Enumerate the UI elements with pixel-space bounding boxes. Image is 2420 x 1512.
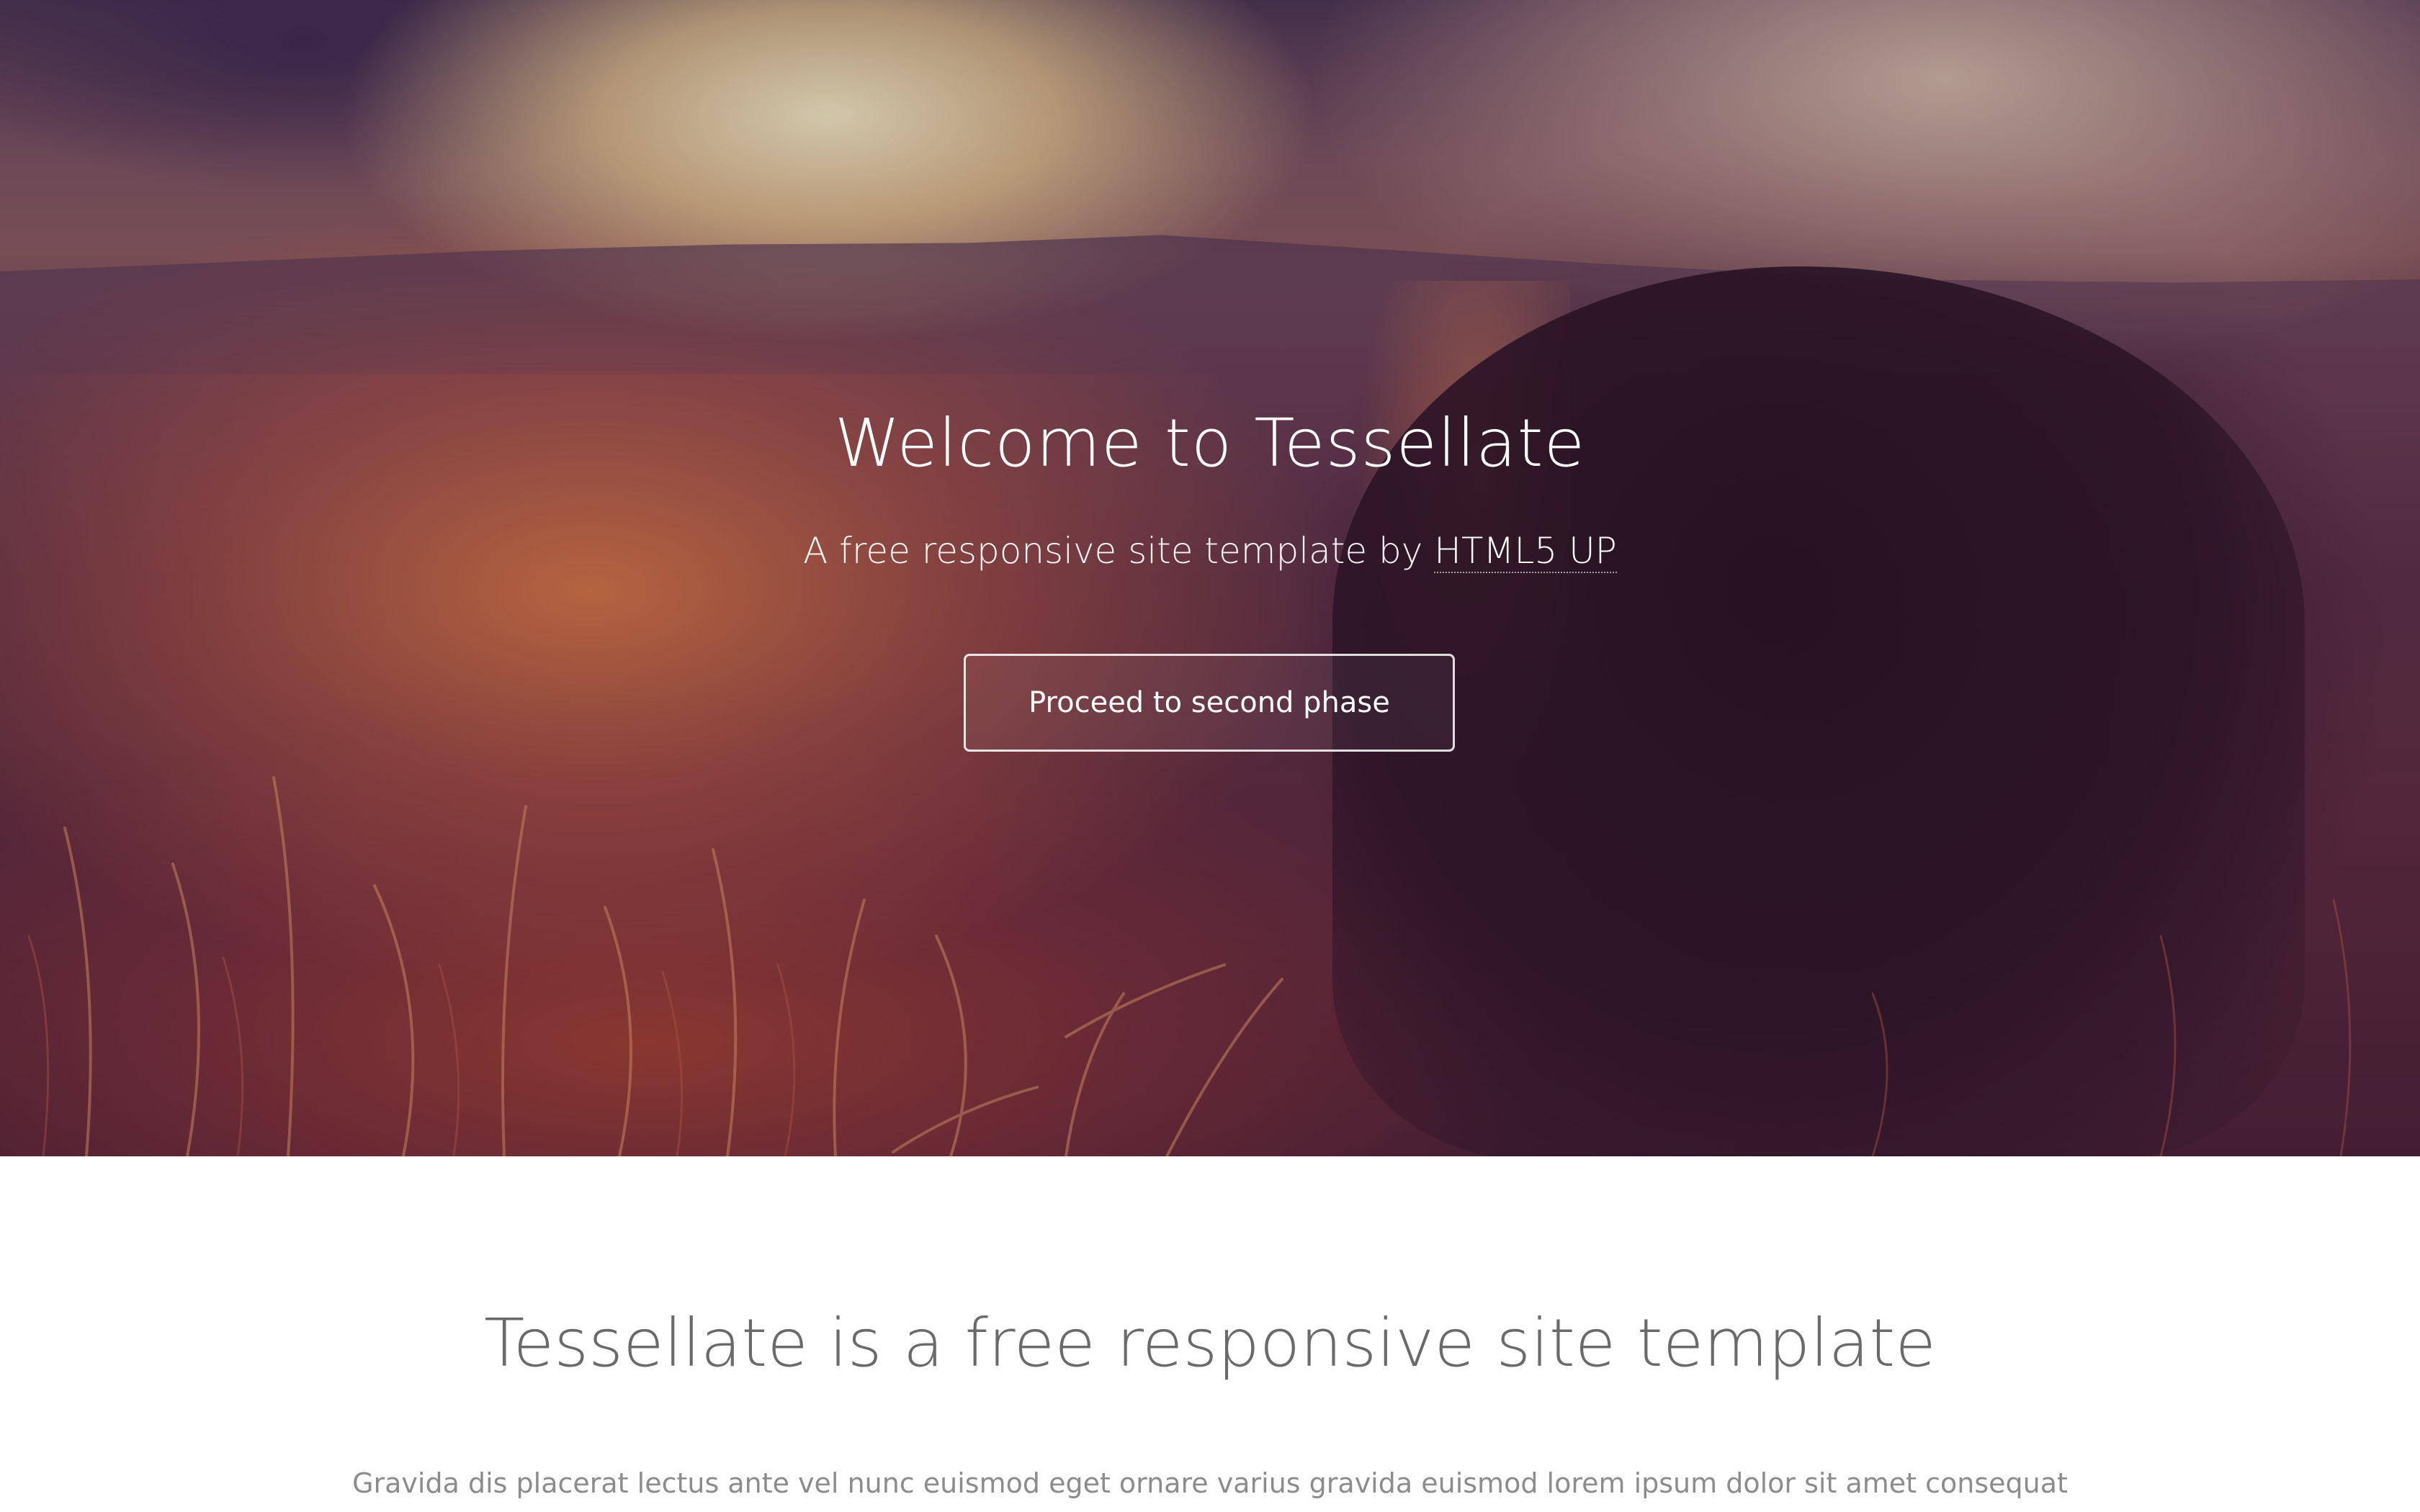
hero-banner: Welcome to Tessellate A free responsive …	[0, 0, 2420, 1156]
hero-overlay	[0, 0, 2420, 1156]
intro-title: Tessellate is a free responsive site tem…	[484, 1305, 1936, 1382]
hero-title: Welcome to Tessellate	[834, 405, 1586, 482]
intro-text: Gravida dis placerat lectus ante vel nun…	[352, 1467, 2068, 1499]
hero-subtitle: A free responsive site template by HTML5…	[0, 526, 2420, 576]
intro-section: Tessellate is a free responsive site tem…	[0, 1156, 2420, 1512]
proceed-button[interactable]: Proceed to second phase	[964, 654, 1455, 752]
html5up-link[interactable]: HTML5 UP	[1434, 530, 1617, 573]
hero-subtitle-text: A free responsive site template by	[803, 530, 1435, 572]
